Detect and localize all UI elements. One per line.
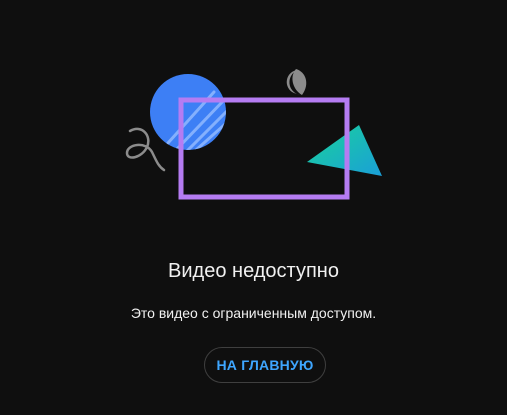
error-message: Это видео с ограниченным доступом. <box>130 305 377 321</box>
blue-circle-icon <box>150 74 226 150</box>
video-unavailable-page: Видео недоступно Это видео с ограниченны… <box>0 0 507 415</box>
home-button[interactable]: НА ГЛАВНУЮ <box>204 347 326 383</box>
unavailable-illustration <box>125 69 382 200</box>
half-moon-fill-icon <box>292 69 307 95</box>
page-title: Видео недоступно <box>168 260 339 282</box>
